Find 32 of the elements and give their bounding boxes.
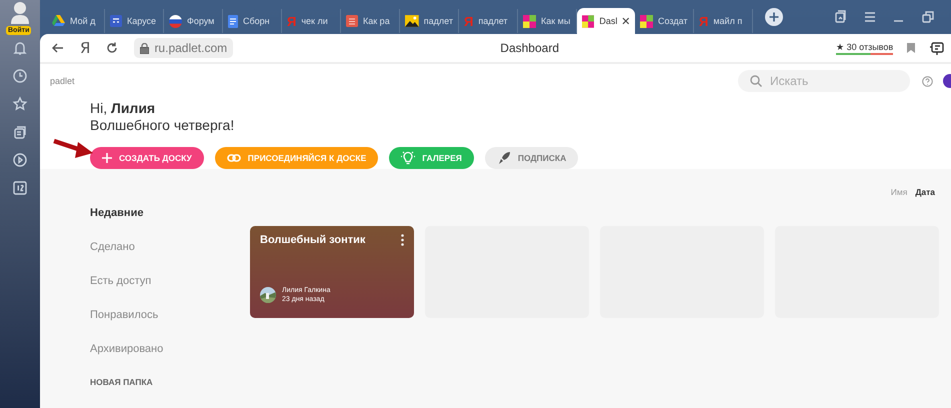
browser-tab[interactable]: Dasl — [577, 8, 635, 34]
greeting: Hi, Лилия — [90, 100, 156, 117]
browser-tab[interactable]: Как мы — [518, 9, 577, 33]
nav-item[interactable]: Сделано — [90, 241, 250, 275]
yandex-logo: Я — [699, 14, 708, 28]
browser-tab[interactable]: Как ра — [341, 9, 400, 33]
action-button[interactable]: ПОДПИСКА — [484, 147, 578, 169]
action-button[interactable]: СОЗДАТЬ ДОСКУ — [90, 147, 204, 169]
sort-option[interactable]: Имя — [890, 187, 908, 197]
nav-item[interactable]: Понравилось — [90, 309, 250, 343]
home-button[interactable]: Я — [80, 39, 90, 57]
browser-tab[interactable]: Я чек ли — [282, 9, 341, 33]
browser-tab[interactable]: Сборн — [223, 9, 282, 33]
reviews-link[interactable]: ★ 30 отзывов — [836, 42, 894, 54]
yandex-logo: Я — [464, 14, 474, 28]
yandex-logo: Я — [287, 14, 296, 28]
address-field[interactable]: ru.padlet.com — [134, 38, 234, 58]
sort-option[interactable]: Дата — [915, 187, 935, 197]
browser-tab[interactable]: Создат — [635, 9, 694, 33]
new-folder-link[interactable]: НОВАЯ ПАПКА — [90, 377, 250, 408]
browser-tab[interactable]: Я падлет — [459, 9, 518, 33]
nav-item[interactable]: Архивировано — [90, 343, 250, 377]
page-title: Dashboard — [499, 41, 560, 55]
site-logo[interactable]: padlet — [50, 76, 75, 86]
browser-tab[interactable]: Мой д — [46, 9, 105, 33]
browser-tab[interactable]: Форум — [164, 9, 223, 33]
browser-tab[interactable]: Карусе — [105, 9, 164, 33]
greeting-subtitle: Волшебного четверга! — [90, 117, 236, 134]
nav-item[interactable]: Недавние — [90, 207, 250, 241]
browser-tab[interactable]: Я майл п — [694, 9, 753, 33]
browser-tab[interactable]: падлет — [400, 9, 459, 33]
nav-item[interactable]: Есть доступ — [90, 275, 250, 309]
